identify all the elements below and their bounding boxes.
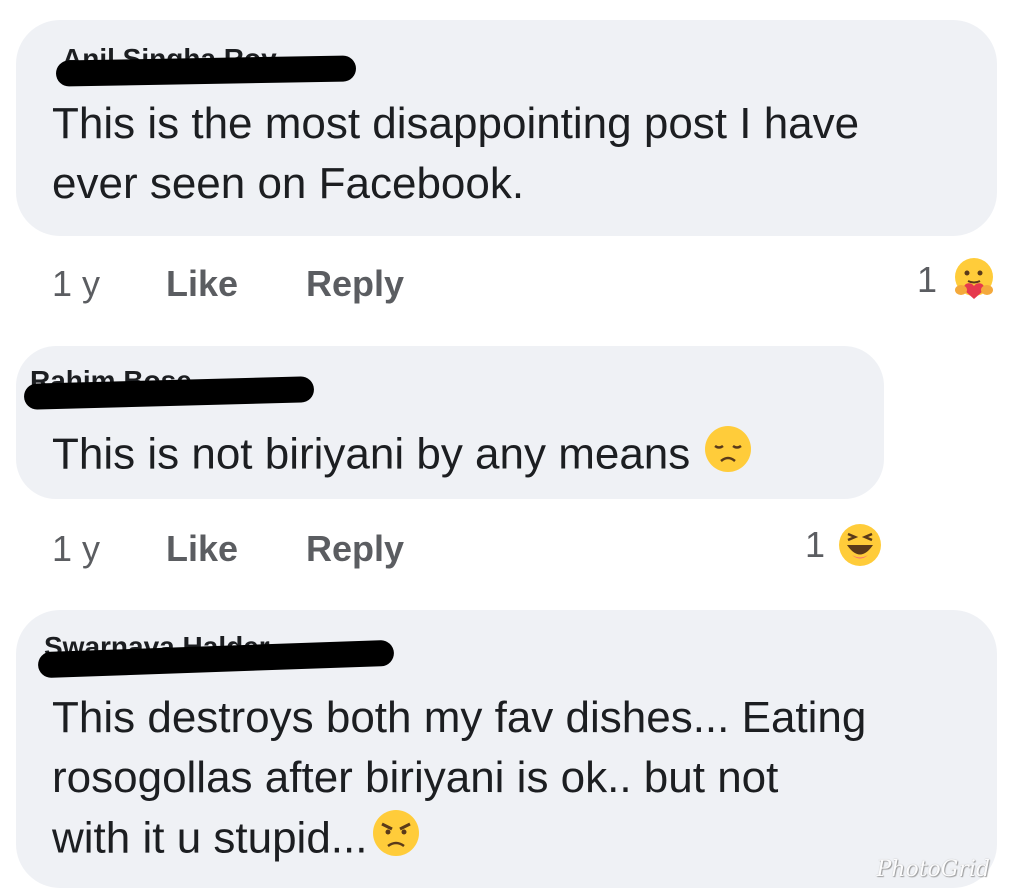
comment-bubble-3: Swarnava Halder This destroys both my fa… xyxy=(16,610,997,888)
angry-face-icon xyxy=(371,808,421,874)
comment-text-2: This is not biriyani by any means xyxy=(52,424,753,490)
reply-button-2[interactable]: Reply xyxy=(306,528,404,570)
reaction-count-1[interactable]: 1 xyxy=(917,259,937,301)
photogrid-watermark: PhotoGrid xyxy=(876,857,990,882)
like-button-2[interactable]: Like xyxy=(166,528,238,570)
comment-text-1: This is the most disappointing post I ha… xyxy=(52,99,860,208)
comment-time-2: 1 y xyxy=(52,528,101,569)
comment-text-content: This is not biriyani by any means xyxy=(52,429,691,479)
comment-author-2[interactable]: Rahim Bose xyxy=(23,366,324,410)
comment-author-3[interactable]: Swarnava Halder xyxy=(37,632,395,679)
redaction-mark xyxy=(55,55,357,87)
comment-time-1: 1 y xyxy=(52,263,101,304)
care-reaction-icon[interactable] xyxy=(947,253,1001,312)
reply-button-1[interactable]: Reply xyxy=(306,263,404,305)
comment-text-content: This destroys both my fav dishes... Eati… xyxy=(52,693,867,863)
disappointed-face-icon xyxy=(703,424,753,490)
haha-reaction-icon[interactable] xyxy=(833,518,887,577)
comment-bubble-2: Rahim Bose This is not biriyani by any m… xyxy=(16,346,884,499)
comment-author-1[interactable]: Anil Singha Roy xyxy=(55,44,357,87)
like-button-1[interactable]: Like xyxy=(166,263,238,305)
comment-text-3: This destroys both my fav dishes... Eati… xyxy=(52,688,866,874)
comment-bubble-1: Anil Singha Roy This is the most disappo… xyxy=(16,20,997,236)
reaction-count-2[interactable]: 1 xyxy=(805,524,825,566)
